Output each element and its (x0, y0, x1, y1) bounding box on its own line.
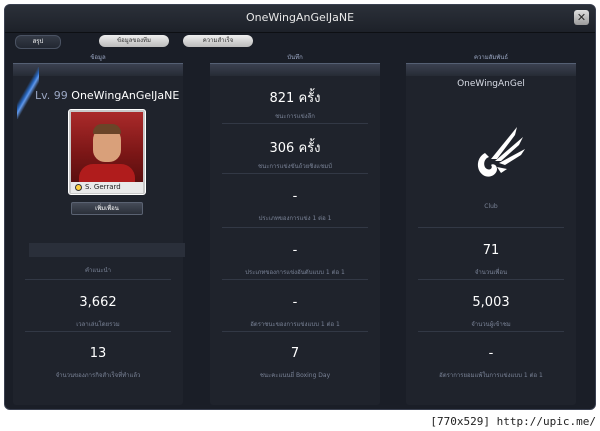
column-top-bar (406, 63, 576, 76)
divider (25, 279, 171, 280)
level-label: Lv. 99 (35, 89, 68, 102)
info-label: คำแนะนำ (84, 267, 112, 274)
record-label: ประเภทของการแข่งอันดับแบบ 1 ต่อ 1 (245, 269, 345, 276)
relations-header: ความสัมพันธ์ (473, 54, 509, 61)
info-label: จำนวนของภารกิจสำเร็จที่ทำแล้ว (55, 372, 141, 379)
info-value: 13 (89, 346, 107, 361)
column-top-bar (210, 63, 380, 76)
divider (222, 279, 368, 280)
recommendation-field (29, 243, 185, 257)
club-label: Club (484, 203, 498, 210)
info-header: ข้อมูล (90, 54, 106, 61)
record-label: ประเภทของการแข่ง 1 ต่อ 1 (258, 215, 332, 222)
relation-label: จำนวนเพื่อน (474, 269, 508, 276)
player-name-bar: S. Gerrard (71, 182, 143, 193)
divider (222, 331, 368, 332)
record-value: 7 (290, 346, 300, 361)
relation-value: 71 (482, 243, 500, 258)
window-title: OneWingAnGelJaNE (245, 11, 355, 24)
record-label: ชนะการแข่งขันถ้วยชิงแชมป์ (258, 163, 332, 170)
football-icon (75, 184, 82, 191)
record-value: - (292, 189, 298, 204)
relation-label: จำนวนผู้เข้าชม (471, 321, 511, 328)
record-value: - (292, 243, 298, 258)
player-name: S. Gerrard (85, 183, 121, 191)
records-header: บันทึก (287, 54, 303, 61)
divider (418, 279, 564, 280)
tab-team-info[interactable]: ข้อมูลของทีม (99, 35, 169, 47)
club-name: OneWingAnGel (457, 79, 525, 89)
record-label: ชนะการแข่งลีก (275, 113, 315, 120)
relation-label: อัตราการยอมแพ้ในการแข่งแบบ 1 ต่อ 1 (439, 372, 543, 379)
divider (25, 331, 171, 332)
hair-shape (93, 124, 121, 134)
record-value: 306 ครั้ง (269, 141, 321, 156)
info-value: 3,662 (79, 295, 117, 310)
title-bar: OneWingAnGelJaNE ✕ (5, 5, 595, 33)
divider (222, 123, 368, 124)
tab-summary[interactable]: สรุป (15, 35, 61, 49)
relation-value: 5,003 (472, 295, 510, 310)
club-logo-icon (477, 127, 525, 177)
record-label: อัตราชนะของการแข่งแบบ 1 ต่อ 1 (250, 321, 340, 328)
divider (222, 227, 368, 228)
info-label: เวลาเล่นโดยรวม (76, 321, 120, 328)
player-photo (71, 112, 143, 184)
footer-watermark: [770x529] http://upic.me/ (430, 415, 596, 428)
add-friend-button[interactable]: เพิ่มเพื่อน (71, 202, 143, 215)
divider (418, 331, 564, 332)
profile-name: OneWingAnGelJaNE (71, 89, 180, 102)
records-column: บันทึก 821 ครั้ง ชนะการแข่งลีก 306 ครั้ง… (210, 54, 380, 405)
close-icon[interactable]: ✕ (574, 10, 589, 25)
tab-achievements[interactable]: ความสำเร็จ (183, 35, 253, 47)
record-value: - (292, 295, 298, 310)
player-card[interactable]: S. Gerrard (68, 109, 146, 195)
record-value: 821 ครั้ง (269, 91, 321, 106)
relation-value: - (488, 346, 494, 361)
player-level: Lv. 99 OneWingAnGelJaNE (35, 89, 179, 102)
divider (222, 173, 368, 174)
shirt-shape (79, 164, 135, 184)
record-label: ชนะคะแนนยี่ Boxing Day (259, 372, 331, 379)
divider (418, 227, 564, 228)
profile-window: OneWingAnGelJaNE ✕ สรุป ข้อมูลของทีม ควา… (4, 4, 596, 410)
relations-column: ความสัมพันธ์ OneWingAnGel Club 71 จำนวนเ… (406, 54, 576, 405)
